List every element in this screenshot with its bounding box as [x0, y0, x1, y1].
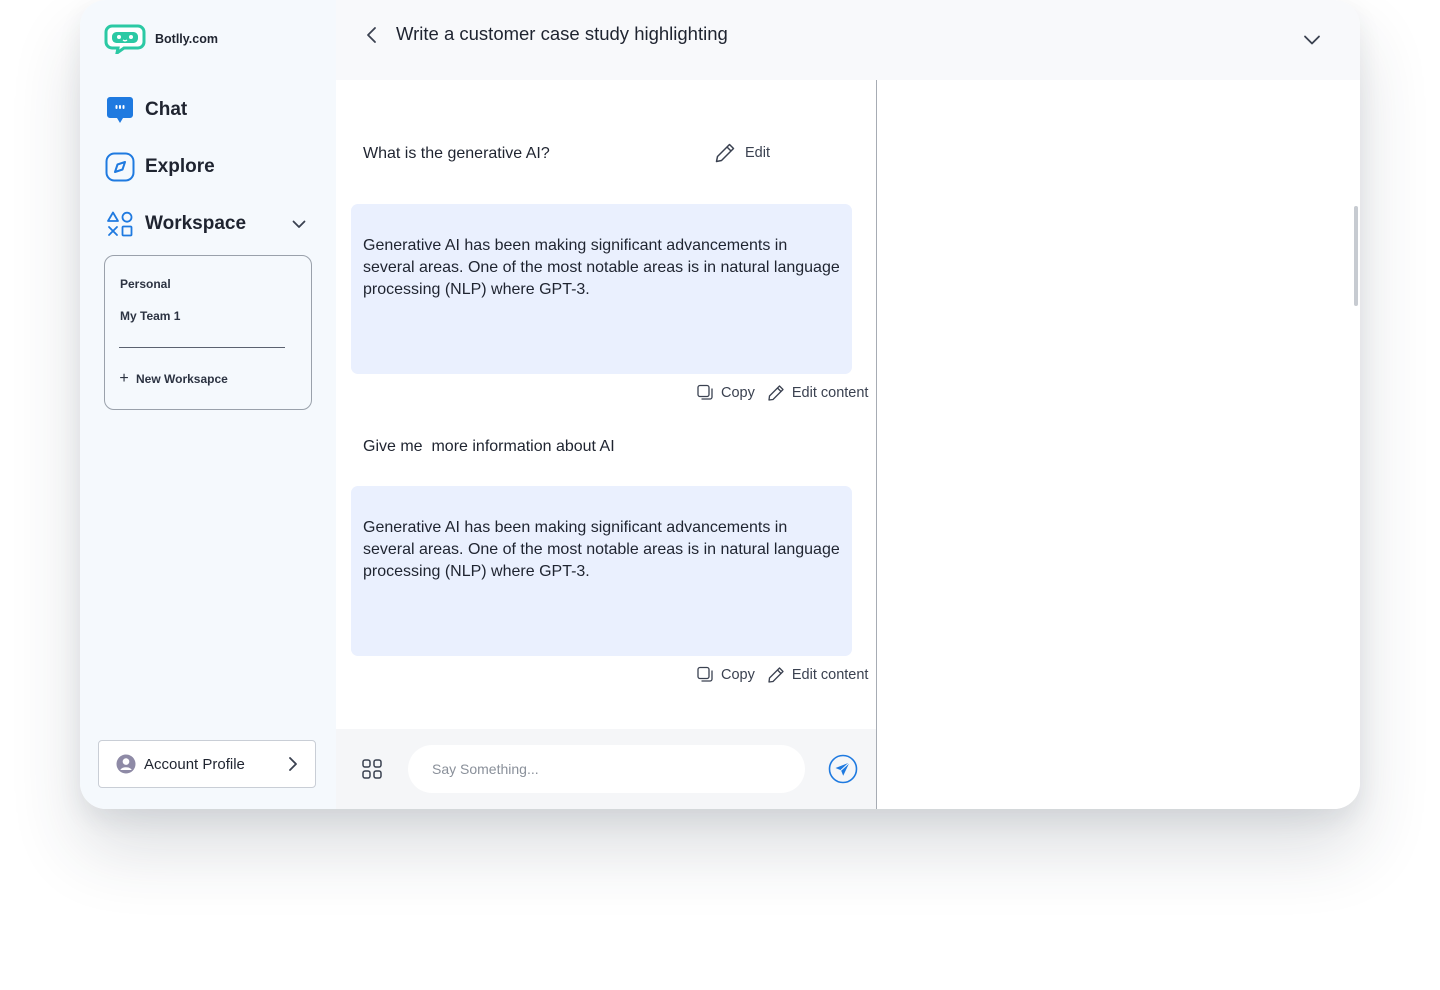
chevron-right-icon	[289, 757, 297, 771]
edit-prompt-button[interactable]: Edit	[714, 142, 770, 164]
copy-icon	[697, 384, 713, 400]
chat-messages: What is the generative AI? Edit Generati…	[336, 80, 876, 729]
compass-icon	[104, 151, 136, 183]
pencil-icon	[715, 143, 735, 163]
workspace-item-my-team[interactable]: My Team 1	[120, 309, 180, 323]
pencil-icon	[768, 385, 784, 401]
account-profile-label: Account Profile	[144, 755, 245, 773]
new-workspace-button[interactable]: + New Worksapce	[117, 370, 228, 387]
chevron-down-icon[interactable]	[1302, 30, 1322, 50]
user-message: Give me more information about AI	[363, 438, 615, 455]
copy-button[interactable]: Copy	[696, 384, 755, 402]
plus-icon: +	[119, 370, 129, 387]
assistant-response: Generative AI has been making significan…	[351, 486, 852, 656]
response-actions: Copy Edit content	[696, 384, 868, 402]
sidebar-item-label: Chat	[145, 99, 188, 120]
sidebar-item-workspace[interactable]: Workspace	[104, 208, 246, 240]
workspace-item-personal[interactable]: Personal	[120, 277, 171, 291]
bot-logo-icon	[104, 24, 146, 54]
brand-name: Botlly.com	[155, 32, 218, 46]
sidebar-item-explore[interactable]: Explore	[104, 151, 215, 183]
brand[interactable]: Botlly.com	[104, 24, 218, 54]
edit-content-button[interactable]: Edit content	[767, 384, 869, 402]
divider	[119, 347, 285, 348]
message-composer	[336, 729, 876, 809]
new-workspace-label: New Worksapce	[136, 372, 228, 386]
response-actions: Copy Edit content	[696, 666, 868, 684]
user-message: What is the generative AI?	[363, 145, 550, 162]
edit-content-label: Edit content	[791, 667, 869, 683]
shapes-icon	[104, 208, 136, 240]
back-arrow-icon[interactable]	[362, 25, 382, 45]
chevron-down-icon[interactable]	[290, 215, 308, 233]
copy-label: Copy	[721, 385, 755, 401]
grid-icon[interactable]	[361, 758, 383, 780]
sidebar-item-label: Explore	[145, 156, 215, 177]
sidebar-item-chat[interactable]: Chat	[104, 94, 187, 126]
copy-icon	[697, 666, 713, 682]
copy-button[interactable]: Copy	[696, 666, 755, 684]
account-profile-button[interactable]: Account Profile	[98, 740, 316, 788]
send-icon[interactable]	[828, 754, 858, 784]
avatar-icon	[116, 754, 136, 774]
edit-content-label: Edit content	[791, 385, 869, 401]
chat-title: Write a customer case study highlighting	[396, 23, 728, 44]
sidebar-item-label: Workspace	[145, 213, 247, 234]
chat-bubble-icon	[104, 94, 136, 126]
edit-content-button[interactable]: Edit content	[767, 666, 869, 684]
scrollbar[interactable]	[1354, 206, 1358, 306]
app-window: Botlly.com Chat Explore Workspace Person…	[80, 0, 1360, 809]
chat-header: Write a customer case study highlighting	[336, 0, 1360, 80]
message-input[interactable]	[408, 745, 805, 793]
pencil-icon	[768, 667, 784, 683]
edit-label: Edit	[745, 145, 770, 161]
assistant-response: Generative AI has been making significan…	[351, 204, 852, 374]
sidebar: Botlly.com Chat Explore Workspace Person…	[80, 0, 336, 809]
workspace-panel: Personal My Team 1 + New Worksapce	[104, 255, 312, 410]
copy-label: Copy	[721, 667, 755, 683]
preview-pane	[877, 80, 1360, 809]
